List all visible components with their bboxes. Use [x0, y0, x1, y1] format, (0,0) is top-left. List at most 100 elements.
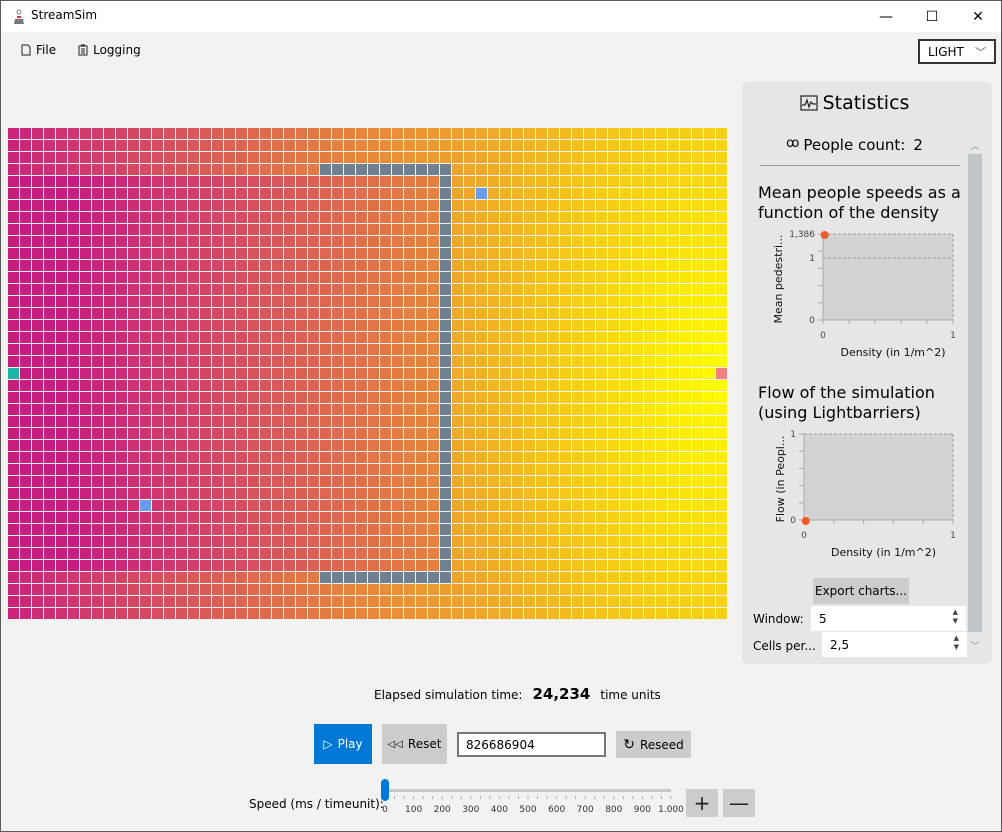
grid-cell[interactable] [104, 224, 115, 235]
grid-cell[interactable] [548, 608, 559, 619]
grid-cell[interactable] [368, 560, 379, 571]
grid-cell[interactable] [692, 404, 703, 415]
grid-cell[interactable] [68, 140, 79, 151]
grid-cell[interactable] [608, 536, 619, 547]
grid-cell[interactable] [80, 488, 91, 499]
grid-cell[interactable] [176, 248, 187, 259]
grid-cell[interactable] [236, 392, 247, 403]
grid-cell[interactable] [92, 416, 103, 427]
grid-cell[interactable] [332, 296, 343, 307]
grid-cell[interactable] [284, 488, 295, 499]
grid-cell[interactable] [608, 356, 619, 367]
wall-cell[interactable] [440, 164, 451, 175]
grid-cell[interactable] [248, 320, 259, 331]
grid-cell[interactable] [20, 164, 31, 175]
grid-cell[interactable] [116, 560, 127, 571]
grid-cell[interactable] [248, 176, 259, 187]
grid-cell[interactable] [128, 476, 139, 487]
grid-cell[interactable] [392, 248, 403, 259]
grid-cell[interactable] [260, 440, 271, 451]
grid-cell[interactable] [392, 176, 403, 187]
grid-cell[interactable] [524, 380, 535, 391]
grid-cell[interactable] [392, 212, 403, 223]
grid-cell[interactable] [236, 452, 247, 463]
grid-cell[interactable] [596, 332, 607, 343]
grid-cell[interactable] [236, 476, 247, 487]
grid-cell[interactable] [644, 260, 655, 271]
grid-cell[interactable] [380, 260, 391, 271]
grid-cell[interactable] [140, 152, 151, 163]
grid-cell[interactable] [212, 500, 223, 511]
grid-cell[interactable] [692, 392, 703, 403]
grid-cell[interactable] [632, 452, 643, 463]
grid-cell[interactable] [716, 404, 727, 415]
grid-cell[interactable] [380, 404, 391, 415]
grid-cell[interactable] [116, 152, 127, 163]
grid-cell[interactable] [212, 560, 223, 571]
grid-cell[interactable] [464, 200, 475, 211]
grid-cell[interactable] [80, 536, 91, 547]
grid-cell[interactable] [620, 320, 631, 331]
grid-cell[interactable] [140, 560, 151, 571]
grid-cell[interactable] [56, 560, 67, 571]
grid-cell[interactable] [380, 440, 391, 451]
grid-cell[interactable] [680, 152, 691, 163]
grid-cell[interactable] [272, 596, 283, 607]
grid-cell[interactable] [176, 260, 187, 271]
wall-cell[interactable] [440, 176, 451, 187]
grid-cell[interactable] [608, 404, 619, 415]
grid-cell[interactable] [224, 608, 235, 619]
grid-cell[interactable] [176, 272, 187, 283]
grid-cell[interactable] [224, 296, 235, 307]
wall-cell[interactable] [440, 356, 451, 367]
grid-cell[interactable] [428, 152, 439, 163]
grid-cell[interactable] [704, 500, 715, 511]
grid-cell[interactable] [308, 128, 319, 139]
grid-cell[interactable] [476, 344, 487, 355]
grid-cell[interactable] [488, 464, 499, 475]
grid-cell[interactable] [80, 368, 91, 379]
grid-cell[interactable] [140, 188, 151, 199]
grid-cell[interactable] [20, 548, 31, 559]
grid-cell[interactable] [80, 416, 91, 427]
grid-cell[interactable] [116, 248, 127, 259]
grid-cell[interactable] [524, 260, 535, 271]
grid-cell[interactable] [716, 332, 727, 343]
grid-cell[interactable] [692, 476, 703, 487]
grid-cell[interactable] [560, 200, 571, 211]
grid-cell[interactable] [320, 320, 331, 331]
grid-cell[interactable] [296, 212, 307, 223]
grid-cell[interactable] [524, 572, 535, 583]
grid-cell[interactable] [620, 272, 631, 283]
grid-cell[interactable] [452, 584, 463, 595]
grid-cell[interactable] [248, 404, 259, 415]
grid-cell[interactable] [656, 380, 667, 391]
grid-cell[interactable] [44, 572, 55, 583]
grid-cell[interactable] [488, 500, 499, 511]
grid-cell[interactable] [392, 560, 403, 571]
grid-cell[interactable] [668, 572, 679, 583]
grid-cell[interactable] [548, 308, 559, 319]
grid-cell[interactable] [440, 140, 451, 151]
grid-cell[interactable] [596, 488, 607, 499]
grid-cell[interactable] [20, 176, 31, 187]
grid-cell[interactable] [704, 176, 715, 187]
grid-cell[interactable] [272, 128, 283, 139]
grid-cell[interactable] [500, 512, 511, 523]
grid-cell[interactable] [44, 224, 55, 235]
grid-cell[interactable] [260, 572, 271, 583]
grid-cell[interactable] [488, 260, 499, 271]
grid-cell[interactable] [20, 224, 31, 235]
grid-cell[interactable] [284, 284, 295, 295]
grid-cell[interactable] [620, 308, 631, 319]
grid-cell[interactable] [128, 536, 139, 547]
grid-cell[interactable] [560, 296, 571, 307]
grid-cell[interactable] [200, 284, 211, 295]
grid-cell[interactable] [644, 440, 655, 451]
grid-cell[interactable] [476, 272, 487, 283]
grid-cell[interactable] [572, 248, 583, 259]
grid-cell[interactable] [488, 608, 499, 619]
grid-cell[interactable] [8, 416, 19, 427]
grid-cell[interactable] [20, 404, 31, 415]
grid-cell[interactable] [704, 332, 715, 343]
